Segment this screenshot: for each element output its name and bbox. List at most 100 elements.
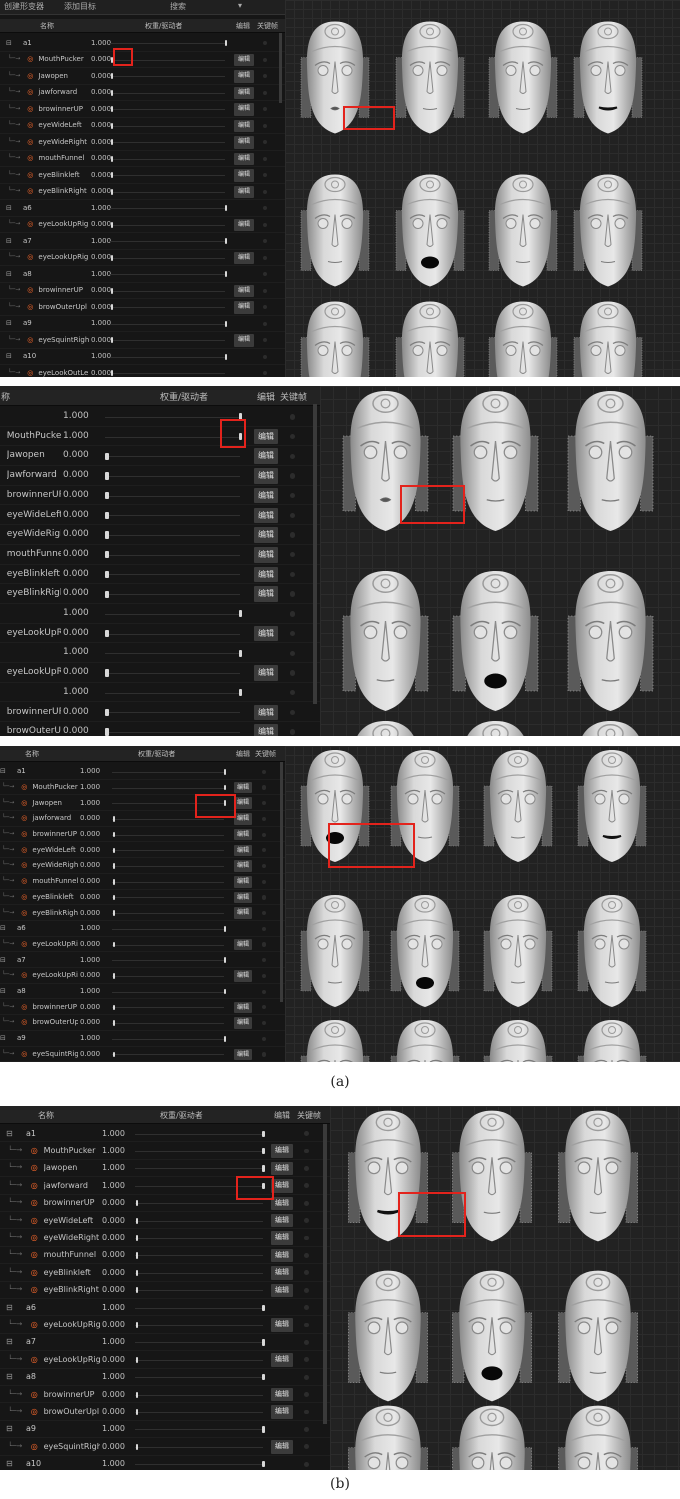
target-row[interactable]: ⊟ a6 1.000 xyxy=(0,1299,330,1317)
face-thumbnail[interactable] xyxy=(553,1106,643,1246)
target-row[interactable]: └─→ ◎ eyeLookUpRig0.000 编辑 xyxy=(0,1316,330,1334)
keyframe-dot[interactable] xyxy=(304,1444,309,1450)
target-row[interactable]: └─→◎mouthFunnel0.000编辑 xyxy=(0,545,320,565)
group-icon[interactable]: ⊟ xyxy=(6,352,12,360)
weight-slider-track[interactable] xyxy=(135,1359,263,1361)
target-row[interactable]: └─→ ◎ eyeLookUpRig0.000 编辑 xyxy=(0,250,285,266)
scrollbar[interactable] xyxy=(279,33,282,103)
keyframe-dot[interactable] xyxy=(290,414,296,420)
target-row[interactable]: └─→◎browOuterUpl0.000编辑 xyxy=(0,722,320,736)
target-row[interactable]: ⊟ a8 1.000 xyxy=(0,1369,330,1386)
edit-button[interactable]: 编辑 xyxy=(271,1179,293,1193)
weight-slider-handle[interactable] xyxy=(110,56,114,63)
keyframe-dot[interactable] xyxy=(262,816,267,822)
keyframe-dot[interactable] xyxy=(263,90,268,95)
weight-slider-track[interactable] xyxy=(135,1429,263,1431)
weight-slider-handle[interactable] xyxy=(224,238,228,245)
weight-slider-handle[interactable] xyxy=(262,1374,266,1381)
weight-slider-handle[interactable] xyxy=(262,1304,266,1311)
keyframe-dot[interactable] xyxy=(290,729,296,735)
keyframe-dot[interactable] xyxy=(263,173,268,178)
face-thumbnail[interactable] xyxy=(389,891,461,1011)
weight-slider-track[interactable] xyxy=(105,653,240,655)
edit-button[interactable]: 编辑 xyxy=(234,1048,252,1061)
target-row[interactable]: └─→◎browinnerUP0.000编辑 xyxy=(0,283,285,299)
weight-value[interactable]: 0.000 xyxy=(91,220,111,228)
weight-value[interactable]: 1.000 xyxy=(102,1459,125,1468)
weight-slider-track[interactable] xyxy=(135,1342,263,1344)
keyframe-dot[interactable] xyxy=(262,1005,267,1010)
group-icon[interactable]: ⊟ xyxy=(0,987,6,995)
weight-value[interactable]: 1.000 xyxy=(91,352,111,360)
weight-slider-handle[interactable] xyxy=(224,40,228,47)
target-row[interactable]: └─→◎browinnerUP0.000编辑 xyxy=(0,827,285,843)
weight-value[interactable]: 1.000 xyxy=(63,608,89,618)
weight-value[interactable]: 0.000 xyxy=(91,138,111,146)
weight-slider-track[interactable] xyxy=(135,1255,263,1257)
target-row[interactable]: └─→ ◎ eyeBlinkRight 0.000 编辑 xyxy=(0,184,285,200)
target-row[interactable]: └─→ ◎ eyeSquintRight0.000 编辑 xyxy=(0,1438,330,1456)
weight-slider-track[interactable] xyxy=(110,307,225,309)
weight-slider-track[interactable] xyxy=(110,340,225,342)
target-row[interactable]: ⊟ a8 1.000 xyxy=(0,266,285,283)
weight-value[interactable]: 1.000 xyxy=(80,1034,100,1042)
weight-slider-track[interactable] xyxy=(110,257,225,259)
target-row[interactable]: └─→ ◎ jawforward 0.000 编辑 xyxy=(0,85,285,101)
weight-value[interactable]: 0.000 xyxy=(63,549,89,559)
face-thumbnail[interactable] xyxy=(576,1016,648,1062)
group-icon[interactable]: ⊟ xyxy=(0,956,6,964)
target-row[interactable]: └─→ ◎ jawforward 0.000 编辑 xyxy=(0,811,285,827)
weight-slider-track[interactable] xyxy=(112,897,224,899)
3d-viewport[interactable] xyxy=(330,1106,680,1470)
weight-slider-track[interactable] xyxy=(110,175,225,177)
weight-slider-handle[interactable] xyxy=(262,1339,266,1346)
target-row[interactable]: └─→◎eyeBlinkleft0.000编辑 xyxy=(0,565,320,585)
weight-value[interactable]: 0.000 xyxy=(91,88,111,96)
keyframe-dot[interactable] xyxy=(290,630,296,637)
edit-button[interactable]: 编辑 xyxy=(254,546,278,563)
target-row[interactable]: ⊟ a10 1.000 xyxy=(0,349,285,365)
weight-slider-handle[interactable] xyxy=(135,1443,139,1451)
weight-slider-track[interactable] xyxy=(112,881,224,883)
weight-slider-track[interactable] xyxy=(110,142,225,144)
target-row[interactable]: ⊟ a7 1.000 xyxy=(0,233,285,250)
group-icon[interactable]: ⊟ xyxy=(0,767,6,775)
edit-button[interactable]: 编辑 xyxy=(271,1388,293,1402)
target-row[interactable]: └─→◎browinnerUP0.000编辑 xyxy=(0,1195,330,1212)
target-row[interactable]: ⊟ a1 1.000 xyxy=(0,1125,330,1143)
weight-value[interactable]: 0.000 xyxy=(63,628,89,638)
weight-slider-handle[interactable] xyxy=(223,988,227,995)
group-icon[interactable]: ⊟ xyxy=(6,1337,13,1346)
edit-button[interactable]: 编辑 xyxy=(234,152,254,165)
target-row[interactable]: └─→◎browinnerUP0.000编辑 xyxy=(0,486,320,506)
target-row[interactable]: └─→ ◎ Jawopen 1.000 编辑 xyxy=(0,795,285,812)
scrollbar[interactable] xyxy=(313,404,317,704)
weight-slider-track[interactable] xyxy=(135,1168,263,1170)
edit-button[interactable]: 编辑 xyxy=(254,665,278,681)
target-row[interactable]: └─→ ◎ eyeLookOutLe 0.000 xyxy=(0,365,285,377)
edit-button[interactable]: 编辑 xyxy=(234,218,254,231)
target-row[interactable]: ⊟1.000 xyxy=(0,604,320,624)
keyframe-dot[interactable] xyxy=(304,1461,309,1467)
weight-value[interactable]: 0.000 xyxy=(63,667,89,677)
weight-slider-track[interactable] xyxy=(112,850,224,852)
weight-slider-track[interactable] xyxy=(110,290,225,292)
group-icon[interactable]: ⊟ xyxy=(6,204,12,212)
group-icon[interactable]: ⊟ xyxy=(6,1303,13,1312)
target-row[interactable]: └─→◎browOuterUpl0.000编辑 xyxy=(0,299,285,316)
weight-value[interactable]: 0.000 xyxy=(91,369,111,377)
keyframe-dot[interactable] xyxy=(263,206,268,211)
target-row[interactable]: └─→ ◎ jawforward 1.000 编辑 xyxy=(0,1177,330,1195)
weight-value[interactable]: 1.000 xyxy=(102,1146,125,1155)
target-row[interactable]: ⊟ a9 1.000 xyxy=(0,1421,330,1439)
weight-slider-handle[interactable] xyxy=(110,89,114,96)
edit-button[interactable]: 编辑 xyxy=(254,586,278,602)
keyframe-dot[interactable] xyxy=(304,1131,309,1137)
weight-value[interactable]: 1.000 xyxy=(80,987,100,995)
edit-button[interactable]: 编辑 xyxy=(254,507,278,524)
target-row[interactable]: └─→◎mouthFunnel0.000编辑 xyxy=(0,874,285,890)
weight-slider-handle[interactable] xyxy=(105,551,109,559)
weight-slider-handle[interactable] xyxy=(224,271,228,278)
weight-slider-handle[interactable] xyxy=(105,452,109,460)
weight-slider-handle[interactable] xyxy=(224,205,228,212)
